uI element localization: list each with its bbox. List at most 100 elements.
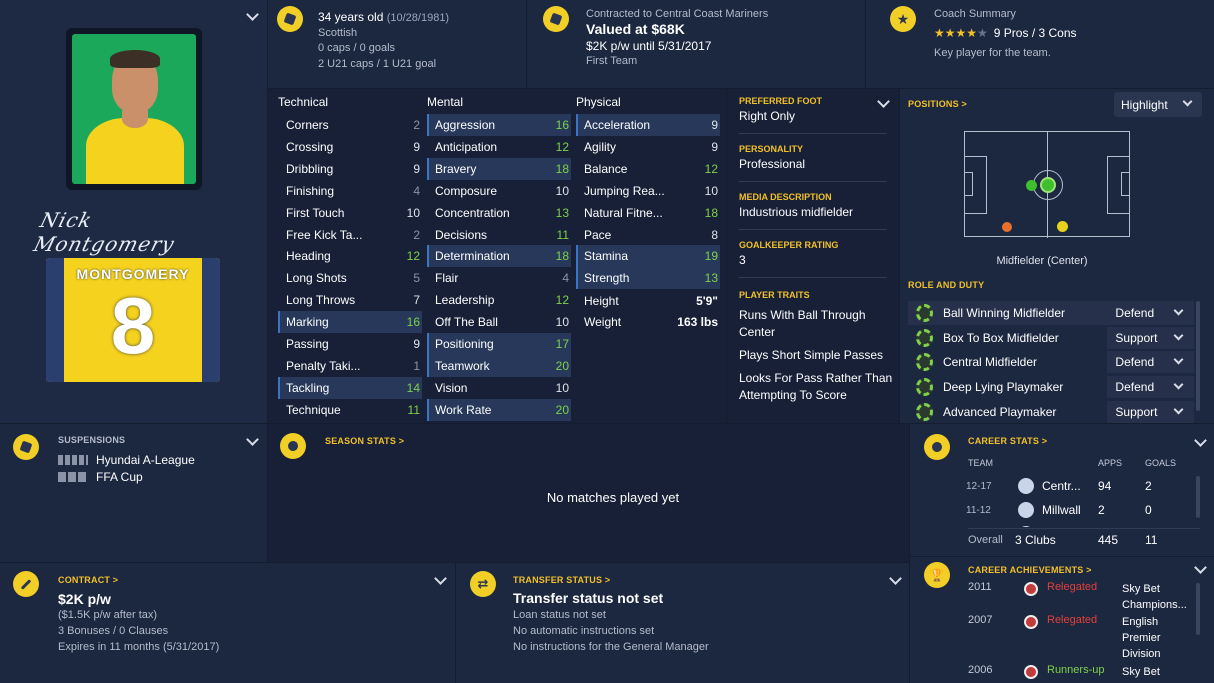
attribute-name: Leadership [435, 293, 495, 308]
attribute-row[interactable]: Anticipation 12 [427, 136, 571, 158]
duty-dropdown[interactable]: Support [1107, 326, 1194, 349]
attribute-row[interactable]: Aggression 16 [427, 114, 571, 136]
attribute-row[interactable]: Passing 9 [278, 333, 422, 355]
role-row[interactable]: Ball Winning Midfielder Defend [908, 301, 1194, 325]
role-row[interactable]: Central Midfielder Defend [908, 350, 1194, 374]
role-row[interactable]: Box To Box Midfielder Support [908, 326, 1194, 350]
attribute-value: 12 [555, 139, 569, 154]
role-row[interactable]: Advanced Playmaker Support [908, 400, 1194, 424]
attribute-row[interactable]: Work Rate 20 [427, 398, 571, 421]
attribute-value: 10 [704, 183, 718, 198]
attribute-value: 16 [555, 118, 569, 132]
suspension-icon [13, 434, 39, 460]
chevron-down-icon[interactable] [246, 8, 259, 21]
chevron-down-icon[interactable] [246, 433, 259, 446]
attribute-row[interactable]: Long Throws 7 [278, 289, 422, 311]
attribute-row[interactable]: Long Shots 5 [278, 267, 422, 289]
wage-line: $2K p/w until 5/31/2017 [586, 39, 712, 53]
career-stats-title[interactable]: CAREER STATS > [968, 436, 1047, 446]
attribute-value: 9 [413, 139, 420, 154]
suspensions-title: SUSPENSIONS [58, 435, 126, 445]
height-row: Height 5'9" [584, 294, 718, 308]
attribute-row[interactable]: Composure 10 [427, 180, 571, 202]
duty-dropdown[interactable]: Defend [1107, 376, 1194, 399]
attribute-row[interactable]: Leadership 12 [427, 289, 571, 311]
attribute-row[interactable]: Jumping Rea... 10 [576, 180, 720, 202]
role-row[interactable]: Deep Lying Playmaker Defend [908, 375, 1194, 399]
chevron-down-icon[interactable] [889, 572, 902, 585]
attribute-row[interactable]: Pace 8 [576, 224, 720, 246]
contract-title[interactable]: CONTRACT > [58, 575, 118, 585]
expiry: Expires in 11 months (5/31/2017) [58, 641, 220, 653]
attribute-row[interactable]: Bravery 18 [427, 157, 571, 180]
attribute-row[interactable]: Marking 16 [278, 311, 422, 334]
attribute-name: First Touch [286, 205, 345, 220]
attribute-row[interactable]: Dribbling 9 [278, 158, 422, 180]
achievement-competition: English Premier Division [1122, 616, 1161, 660]
attribute-row[interactable]: Tackling 14 [278, 376, 422, 399]
attribute-row[interactable]: Strength 13 [576, 267, 720, 290]
transfer-title[interactable]: TRANSFER STATUS > [513, 575, 610, 585]
duty-dropdown[interactable]: Support [1107, 400, 1194, 423]
attribute-row[interactable]: First Touch 10 [278, 202, 422, 224]
scrollbar[interactable] [1196, 583, 1200, 635]
role-rating-icon [916, 304, 933, 322]
ball-icon [924, 434, 950, 460]
duty-dropdown[interactable]: Defend [1107, 302, 1194, 324]
attribute-row[interactable]: Positioning 17 [427, 333, 571, 355]
attribute-name: Finishing [286, 183, 335, 198]
highlight-dropdown[interactable]: Highlight [1114, 92, 1202, 117]
attribute-row[interactable]: Natural Fitne... 18 [576, 202, 720, 224]
player-value: Valued at $68K [586, 21, 685, 37]
attribute-row[interactable]: Heading 12 [278, 245, 422, 267]
duty-dropdown[interactable]: Defend [1107, 351, 1194, 374]
role-rating-icon [916, 402, 933, 421]
attribute-row[interactable]: Agility 9 [576, 136, 720, 158]
attribute-row[interactable]: Teamwork 20 [427, 354, 571, 377]
attribute-row[interactable]: Crossing 9 [278, 136, 422, 158]
positions-title[interactable]: POSITIONS > [908, 99, 967, 109]
squad-status: First Team [586, 55, 638, 67]
career-row[interactable]: 12-17 Centr... 94 2 [966, 476, 1192, 496]
career-row[interactable]: 00-12Sheff...2499 [966, 524, 1192, 527]
overall-apps: 445 [1098, 533, 1119, 547]
club-badge-icon [1024, 665, 1038, 679]
attribute-row[interactable]: Penalty Taki... 1 [278, 355, 422, 377]
career-apps: 2 [1098, 503, 1105, 517]
season-stats-title[interactable]: SEASON STATS > [325, 436, 404, 446]
attribute-value: 8 [711, 227, 718, 242]
attribute-name: Heading [286, 249, 331, 264]
goalkeeper-rating-label: GOALKEEPER RATING [739, 240, 839, 250]
col-apps: APPS [1098, 458, 1123, 468]
attribute-row[interactable]: Off The Ball 10 [427, 311, 571, 333]
chevron-down-icon[interactable] [434, 572, 447, 585]
chevron-down-icon[interactable] [1194, 561, 1207, 574]
chevron-down-icon[interactable] [1194, 434, 1207, 447]
attribute-row[interactable]: Corners 2 [278, 114, 422, 136]
attribute-row[interactable]: Stamina 19 [576, 245, 720, 268]
attribute-row[interactable]: Balance 12 [576, 158, 720, 180]
chevron-down-icon [1182, 96, 1193, 107]
scrollbar[interactable] [1196, 476, 1200, 518]
scrollbar[interactable] [1196, 301, 1200, 411]
season-stats-panel: SEASON STATS > No matches played yet [268, 424, 909, 562]
achievements-panel: 🏆 CAREER ACHIEVEMENTS > 2011 Relegated Sky… [910, 557, 1214, 683]
attribute-row[interactable]: Concentration 13 [427, 202, 571, 224]
date-of-birth: (10/28/1981) [386, 12, 450, 24]
attribute-row[interactable]: Determination 18 [427, 245, 571, 268]
career-team: Centr... [1042, 479, 1081, 493]
attribute-row[interactable]: Vision 10 [427, 377, 571, 399]
attribute-row[interactable]: Finishing 4 [278, 180, 422, 202]
attribute-value: 10 [555, 380, 569, 395]
attribute-row[interactable]: Technique 11 [278, 399, 422, 421]
career-row[interactable]: 11-12 Millwall 2 0 [966, 500, 1192, 520]
attribute-row[interactable]: Decisions 11 [427, 224, 571, 246]
club-badge-icon [1018, 502, 1034, 518]
attribute-row[interactable]: Flair 4 [427, 267, 571, 289]
attribute-row[interactable]: Acceleration 9 [576, 114, 720, 136]
attribute-row[interactable]: Free Kick Ta... 2 [278, 224, 422, 246]
caps: 0 caps / 0 goals [318, 42, 396, 54]
attribute-value: 11 [556, 227, 569, 242]
achievements-title[interactable]: CAREER ACHIEVEMENTS > [968, 565, 1092, 575]
chevron-down-icon[interactable] [877, 95, 890, 108]
